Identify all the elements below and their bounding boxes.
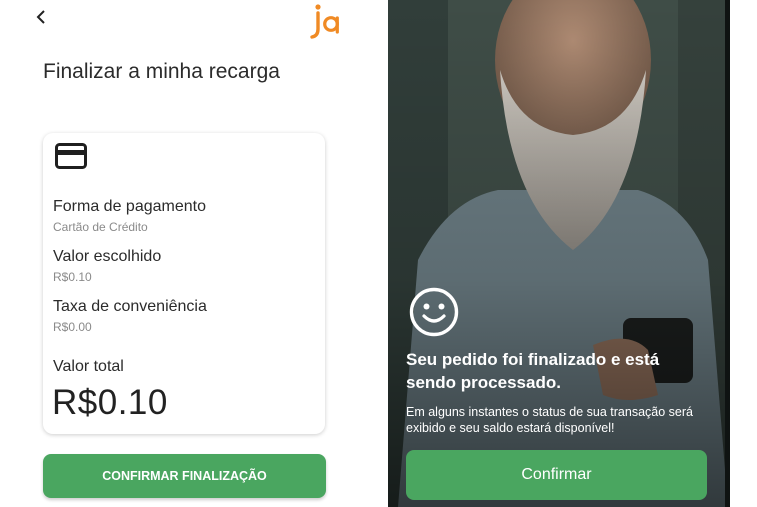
success-description: Em alguns instantes o status de sua tran… [406, 405, 693, 435]
amount-label: Valor escolhido [53, 248, 162, 265]
fee-value: R$0.00 [53, 320, 92, 334]
back-arrow-icon[interactable] [32, 6, 52, 28]
brand-logo [308, 2, 344, 42]
smiley-icon [408, 286, 460, 338]
total-value: R$0.10 [52, 383, 168, 422]
success-screen: Seu pedido foi finalizado e está sendo p… [388, 0, 729, 507]
fee-label: Taxa de conveniência [53, 298, 207, 315]
total-label: Valor total [53, 358, 124, 375]
payment-method-value: Cartão de Crédito [53, 220, 148, 234]
confirm-finalization-button[interactable]: CONFIRMAR FINALIZAÇÃO [43, 454, 326, 498]
screen-edge [725, 0, 730, 507]
summary-card: Forma de pagamento Cartão de Crédito Val… [43, 133, 325, 434]
credit-card-icon [55, 142, 87, 170]
payment-method-label: Forma de pagamento [53, 198, 206, 215]
amount-value: R$0.10 [53, 270, 92, 284]
success-title: Seu pedido foi finalizado e está sendo p… [406, 350, 660, 392]
page-title: Finalizar a minha recarga [43, 60, 280, 83]
finalize-recharge-screen: Finalizar a minha recarga Forma de pagam… [0, 0, 388, 507]
confirm-button[interactable]: Confirmar [406, 450, 707, 500]
